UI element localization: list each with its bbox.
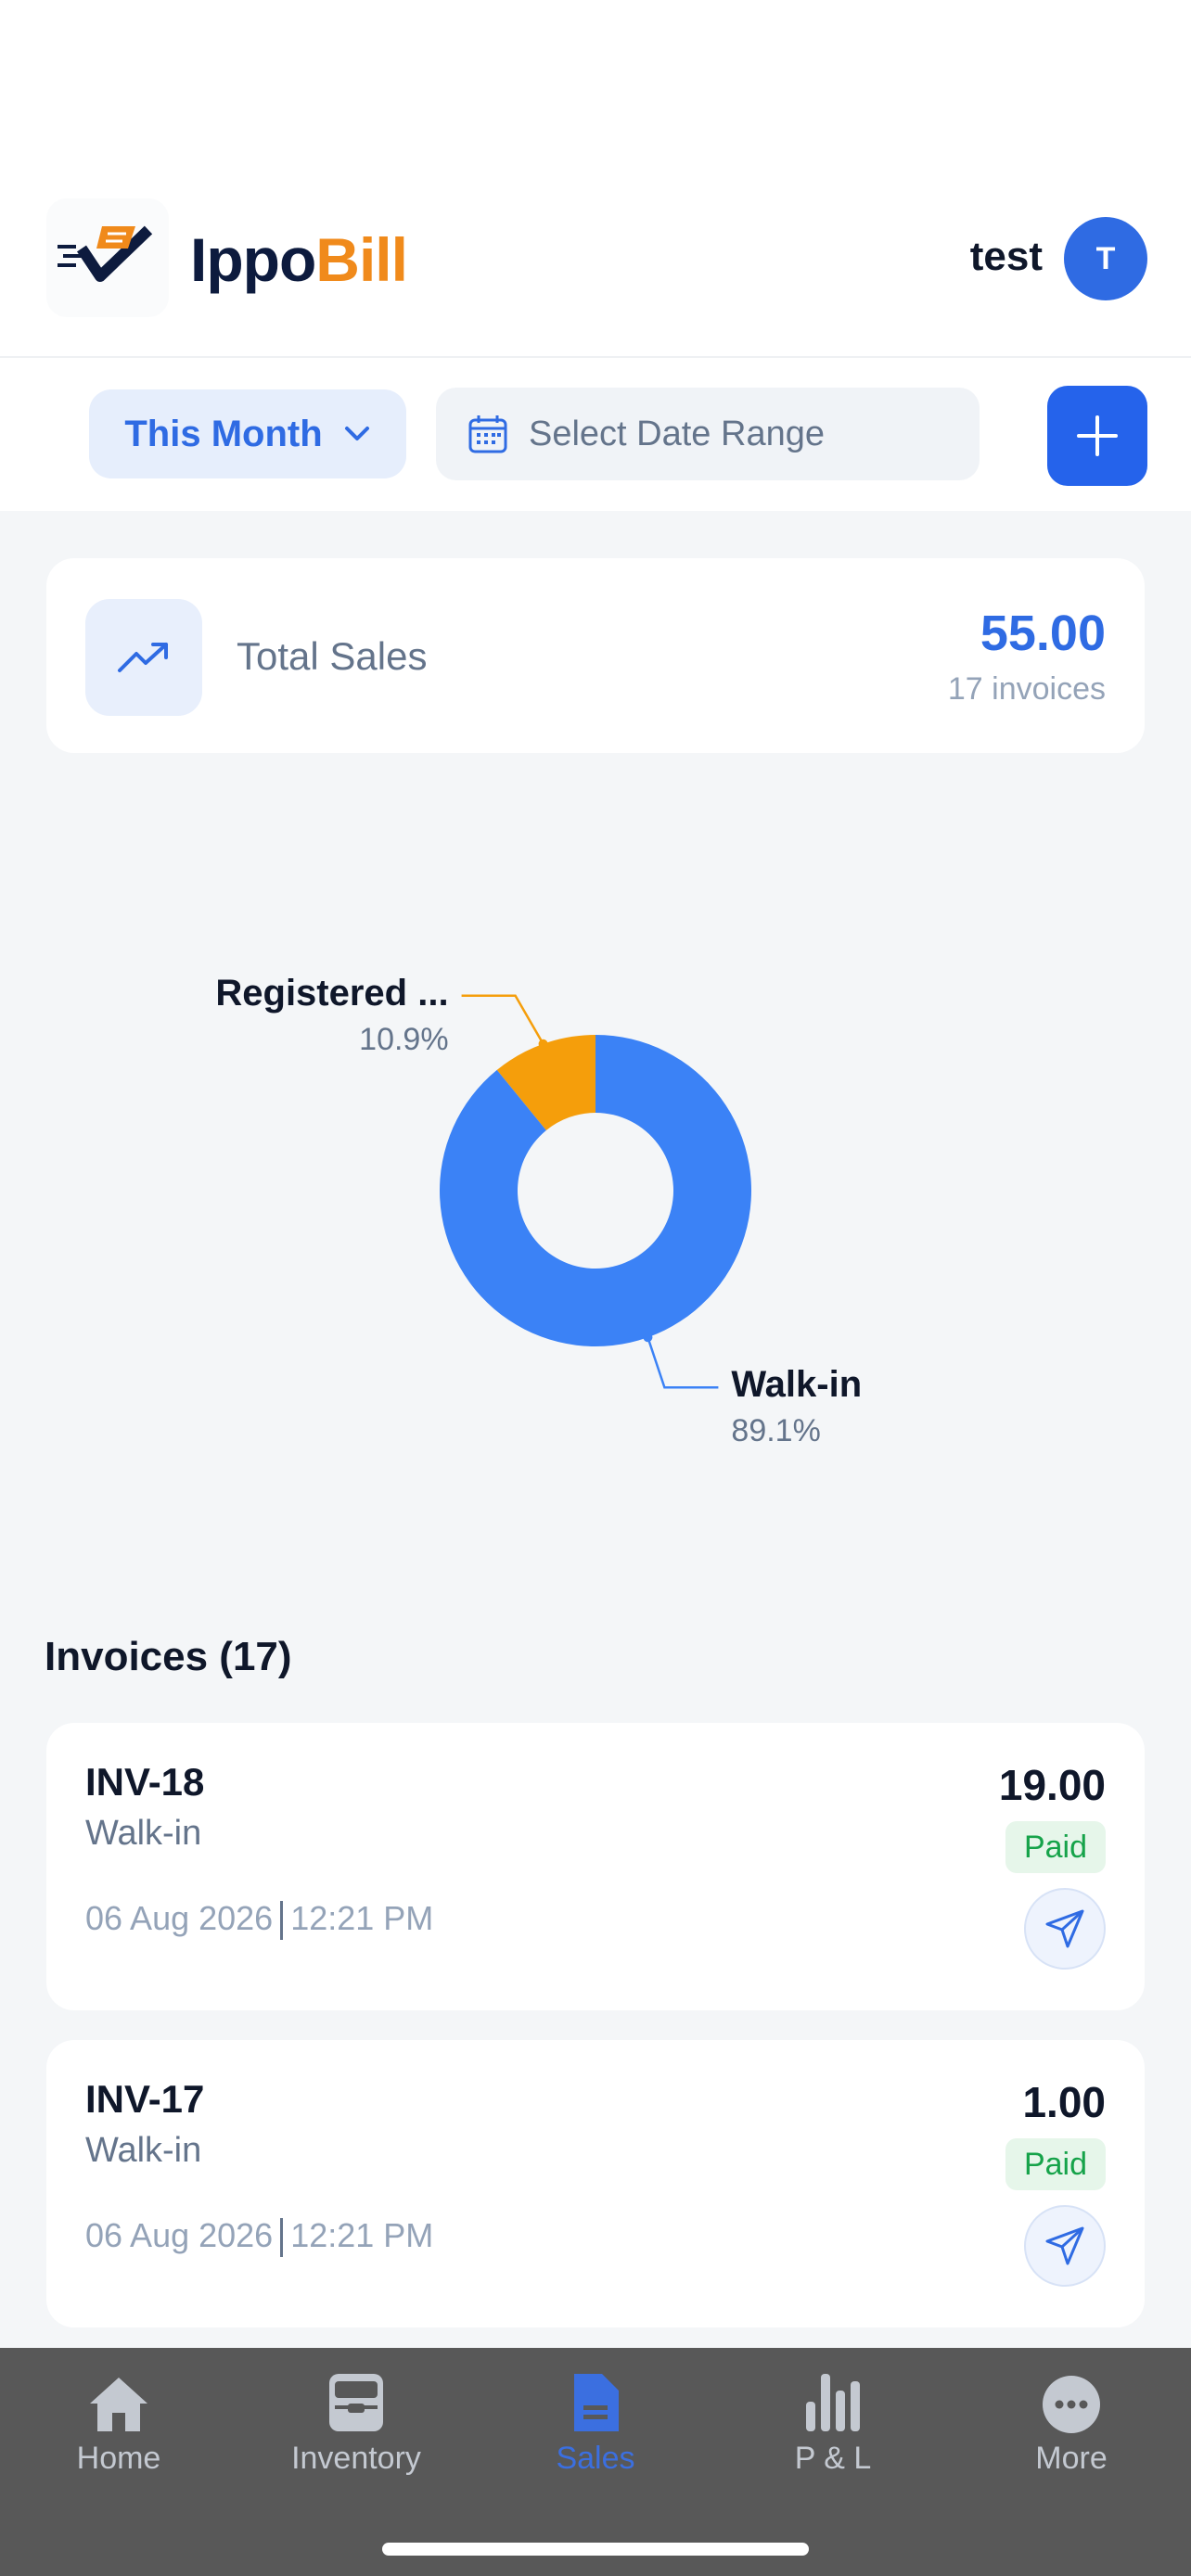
send-invoice-button[interactable] <box>1024 2205 1106 2287</box>
invoices-section-title: Invoices (17) <box>45 1634 292 1679</box>
tab-label: More <box>1035 2441 1108 2476</box>
tab-label: Home <box>76 2441 161 2476</box>
app-logo <box>46 198 169 317</box>
tab-sales[interactable]: Sales <box>503 2368 688 2507</box>
send-icon <box>1045 1909 1084 1948</box>
home-indicator <box>382 2543 809 2556</box>
send-icon <box>1045 2226 1084 2265</box>
invoice-datetime: 06 Aug 2026 12:21 PM <box>85 1899 434 1941</box>
status-badge: Paid <box>1005 2138 1106 2190</box>
brand-name: IppoBill <box>190 225 408 294</box>
invoice-number: INV-18 <box>85 1760 205 1804</box>
donut-slice-1 <box>440 1035 752 1346</box>
bar-chart-icon <box>802 2368 864 2435</box>
tab-inventory[interactable]: Inventory <box>263 2368 449 2507</box>
slice-percent-1: 89.1% <box>731 1413 820 1448</box>
tab-more[interactable]: More <box>979 2368 1164 2507</box>
invoice-count: 17 invoices <box>947 671 1106 707</box>
send-invoice-button[interactable] <box>1024 1888 1106 1970</box>
calendar-icon <box>468 415 507 453</box>
tab-label: Inventory <box>291 2441 421 2476</box>
slice-percent-0: 10.9% <box>359 1022 448 1057</box>
date-range-picker[interactable]: Select Date Range <box>436 388 980 480</box>
invoice-date: 06 Aug 2026 <box>85 2216 274 2254</box>
trending-up-icon <box>118 643 168 672</box>
total-sales-amount: 55.00 <box>980 606 1106 661</box>
invoice-customer: Walk-in <box>85 2131 202 2170</box>
date-separator <box>280 2218 284 2258</box>
tab-p-l[interactable]: P & L <box>740 2368 926 2507</box>
invoice-card[interactable]: INV-17 Walk-in 06 Aug 2026 12:21 PM 1.00 … <box>46 2040 1145 2327</box>
invoice-amount: 19.00 <box>998 1761 1106 1809</box>
invoice-datetime: 06 Aug 2026 12:21 PM <box>85 2216 434 2258</box>
leader-dot-1 <box>643 1333 653 1343</box>
document-icon <box>569 2368 622 2435</box>
add-invoice-button[interactable] <box>1047 386 1147 486</box>
total-sales-label: Total Sales <box>237 634 428 678</box>
tab-label: Sales <box>556 2441 635 2476</box>
inventory-icon <box>324 2368 389 2435</box>
app-header: IppoBill test T <box>0 185 1191 358</box>
plus-icon <box>1077 415 1118 456</box>
leader-line-1 <box>647 1336 719 1389</box>
invoice-date: 06 Aug 2026 <box>85 1899 274 1937</box>
date-range-placeholder: Select Date Range <box>529 414 825 453</box>
avatar[interactable]: T <box>1064 217 1147 300</box>
invoice-card[interactable]: INV-18 Walk-in 06 Aug 2026 12:21 PM 19.00… <box>46 1723 1145 2010</box>
status-badge: Paid <box>1005 1821 1106 1873</box>
date-separator <box>280 1901 284 1941</box>
period-dropdown[interactable]: This Month <box>89 389 406 478</box>
total-sales-card[interactable]: Total Sales 55.00 17 invoices <box>46 558 1145 753</box>
invoice-amount: 1.00 <box>1022 2078 1106 2126</box>
leader-dot-0 <box>538 1039 548 1049</box>
slice-label-0: Registered ... <box>215 973 448 1014</box>
invoice-time: 12:21 PM <box>290 2216 434 2254</box>
more-icon <box>1041 2368 1102 2435</box>
trend-icon-box <box>85 599 202 716</box>
sales-donut-chart: Registered ... 10.9% Walk-in 89.1% <box>215 973 862 1448</box>
slice-label-1: Walk-in <box>731 1364 862 1405</box>
filter-bar: This Month Select Date Range <box>0 358 1191 511</box>
leader-line-0 <box>461 994 544 1045</box>
username: test <box>969 234 1043 279</box>
home-icon <box>86 2368 151 2435</box>
invoice-time: 12:21 PM <box>290 1899 434 1937</box>
tab-home[interactable]: Home <box>26 2368 211 2507</box>
chevron-down-icon <box>344 427 369 440</box>
invoice-customer: Walk-in <box>85 1814 202 1853</box>
logo-mark-icon <box>58 225 153 282</box>
tab-label: P & L <box>794 2441 872 2476</box>
invoice-number: INV-17 <box>85 2077 205 2121</box>
period-label: This Month <box>124 413 323 454</box>
status-bar-area <box>0 0 1191 185</box>
